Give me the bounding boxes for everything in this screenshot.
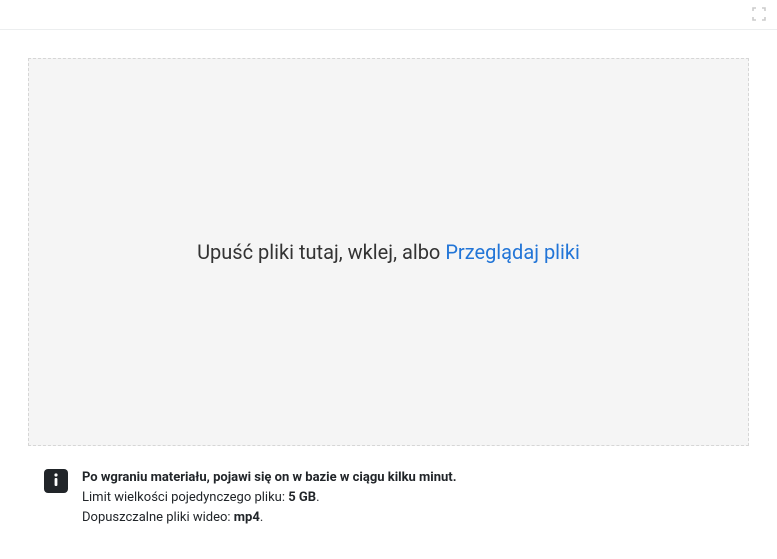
- info-line-2-value: 5 GB: [288, 490, 316, 505]
- upload-panel: Upuść pliki tutaj, wklej, albo Przegląda…: [0, 30, 777, 548]
- expand-icon: [752, 6, 766, 25]
- info-line-3: Dopuszczalne pliki wideo: mp4.: [82, 508, 456, 528]
- info-line-3-suffix: .: [260, 510, 263, 525]
- info-line-3-value: mp4: [234, 510, 260, 525]
- info-line-3-prefix: Dopuszczalne pliki wideo:: [82, 510, 234, 525]
- info-section: Po wgraniu materiału, pojawi się on w ba…: [28, 468, 749, 528]
- info-text: Po wgraniu materiału, pojawi się on w ba…: [82, 468, 456, 528]
- info-icon-box: [44, 469, 68, 493]
- header-bar: [0, 0, 777, 30]
- dropzone-prompt: Upuść pliki tutaj, wklej, albo Przegląda…: [197, 240, 580, 264]
- info-line-2-suffix: .: [316, 490, 319, 505]
- info-line-2-prefix: Limit wielkości pojedynczego pliku:: [82, 490, 288, 505]
- dropzone-prompt-text: Upuść pliki tutaj, wklej, albo: [197, 240, 445, 264]
- info-icon: [53, 472, 59, 491]
- browse-files-link[interactable]: Przeglądaj pliki: [445, 240, 580, 264]
- expand-button[interactable]: [751, 7, 767, 23]
- info-line-1: Po wgraniu materiału, pojawi się on w ba…: [82, 468, 456, 488]
- info-line-2: Limit wielkości pojedynczego pliku: 5 GB…: [82, 488, 456, 508]
- file-dropzone[interactable]: Upuść pliki tutaj, wklej, albo Przegląda…: [28, 58, 749, 446]
